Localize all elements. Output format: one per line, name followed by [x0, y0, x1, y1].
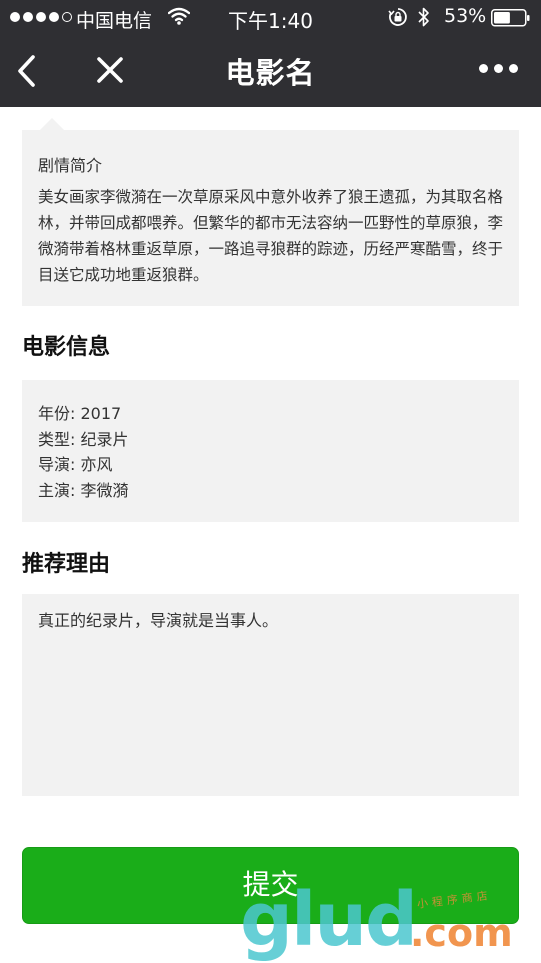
movie-info-heading: 电影信息: [22, 335, 111, 360]
synopsis-pointer: [40, 118, 64, 130]
rotation-lock-icon: [388, 7, 408, 32]
info-year: 年份: 2017: [38, 404, 122, 423]
bluetooth-icon: [417, 5, 431, 34]
top-bar: 中国电信 下午1:40 53% 电影名: [0, 0, 541, 107]
navigation-bar: 电影名: [0, 34, 541, 107]
recommend-reason-field[interactable]: 真正的纪录片，导演就是当事人。: [22, 594, 519, 796]
page-title: 电影名: [225, 56, 316, 90]
battery-icon: [491, 9, 531, 32]
watermark-domain: .com: [410, 911, 513, 955]
more-options-icon[interactable]: [479, 64, 518, 73]
watermark-logo: glud: [240, 877, 418, 963]
synopsis-text: 美女画家李微漪在一次草原采风中意外收养了狼王遗孤，为其取名格林，并带回成都喂养。…: [38, 188, 504, 284]
status-bar: 中国电信 下午1:40 53%: [0, 0, 541, 34]
info-genre: 类型: 纪录片: [38, 429, 129, 449]
info-director: 导演: 亦风: [38, 455, 113, 474]
recommend-reason-text: 真正的纪录片，导演就是当事人。: [38, 611, 279, 630]
info-starring: 主演: 李微漪: [38, 480, 129, 500]
synopsis-card: 剧情简介 美女画家李微漪在一次草原采风中意外收养了狼王遗孤，为其取名格林，并带回…: [22, 130, 519, 306]
synopsis-label: 剧情简介: [38, 156, 103, 175]
movie-info-card: 年份: 2017 类型: 纪录片 导演: 亦风 主演: 李微漪: [22, 380, 519, 522]
battery-percent: 53%: [444, 5, 487, 27]
recommend-heading: 推荐理由: [22, 552, 111, 577]
